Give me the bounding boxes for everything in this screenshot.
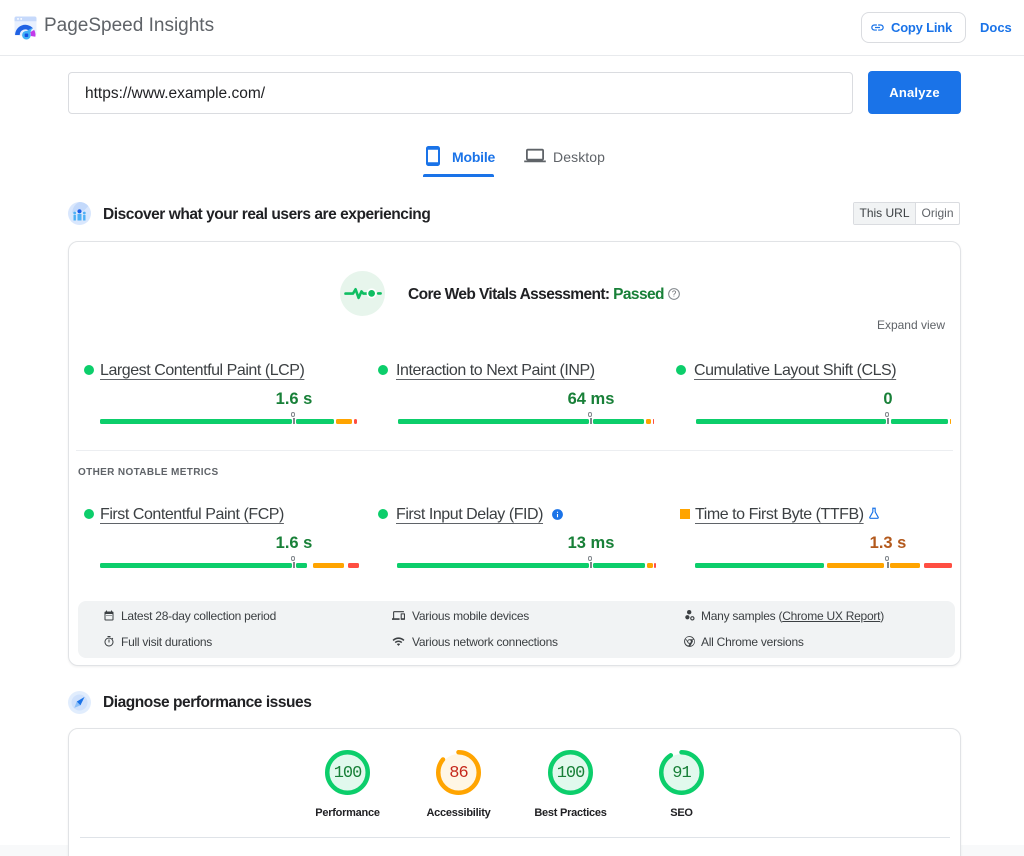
svg-text:?: ? — [672, 290, 677, 299]
